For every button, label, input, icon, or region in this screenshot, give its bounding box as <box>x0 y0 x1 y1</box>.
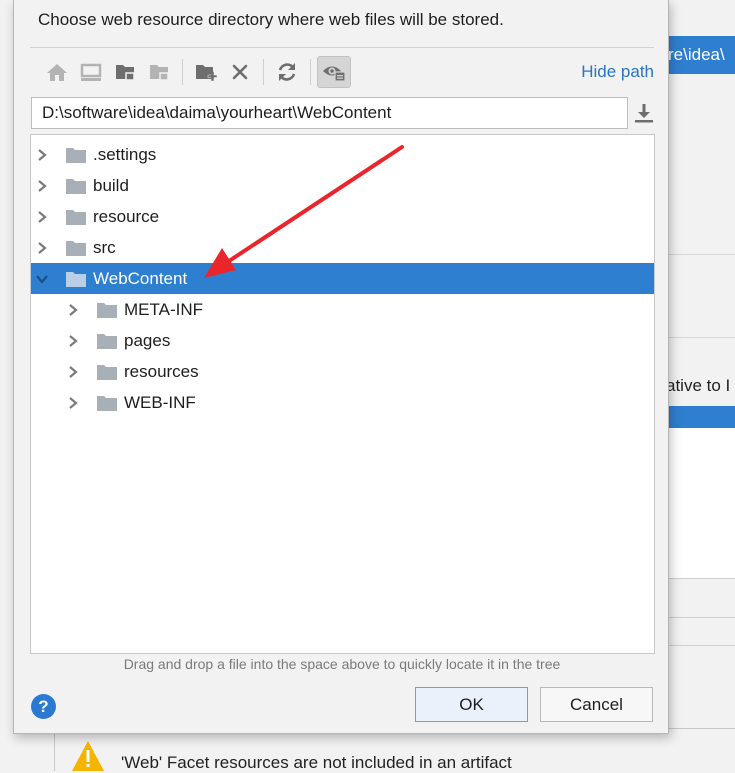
hide-path-link[interactable]: Hide path <box>581 62 654 82</box>
new-folder-button[interactable] <box>189 56 223 88</box>
toolbar-separator <box>263 59 264 85</box>
tree-row[interactable]: src <box>31 232 654 263</box>
tree-row-label: WEB-INF <box>124 392 196 412</box>
tree-row-label: pages <box>124 330 171 350</box>
project-folder-icon <box>116 65 135 81</box>
path-input[interactable] <box>31 97 628 129</box>
refresh-icon <box>278 63 296 81</box>
background-divider <box>660 645 735 646</box>
drag-drop-hint: Drag and drop a file into the space abov… <box>123 656 561 672</box>
refresh-button[interactable] <box>270 56 304 88</box>
tree-row[interactable]: .settings <box>31 139 654 170</box>
directory-tree[interactable]: .settings build resource src WebContent META-… <box>30 134 655 654</box>
chevron-right-icon[interactable] <box>35 148 49 162</box>
show-hidden-files-toggle[interactable] <box>317 56 351 88</box>
cancel-button[interactable]: Cancel <box>540 687 653 722</box>
background-list <box>660 428 735 578</box>
tree-row-label: META-INF <box>124 299 204 319</box>
delete-button[interactable] <box>223 56 257 88</box>
tree-row[interactable]: WEB-INF <box>31 387 654 418</box>
background-selected-row <box>660 406 735 428</box>
chevron-right-icon[interactable] <box>66 396 80 410</box>
folder-icon <box>65 208 87 226</box>
background-divider <box>660 578 735 618</box>
new-folder-icon <box>196 65 218 81</box>
tree-row[interactable]: pages <box>31 325 654 356</box>
ok-button[interactable]: OK <box>415 687 528 722</box>
background-relative-label: ative to I <box>666 376 731 395</box>
folder-icon <box>65 270 87 288</box>
divider <box>30 47 654 48</box>
warning-message: 'Web' Facet resources are not included i… <box>121 753 512 772</box>
chevron-right-icon[interactable] <box>35 241 49 255</box>
tree-row-label: .settings <box>93 144 157 164</box>
folder-icon <box>65 146 87 164</box>
tree-row[interactable]: WebContent <box>31 263 654 294</box>
tree-row[interactable]: resources <box>31 356 654 387</box>
delete-icon <box>232 64 248 80</box>
chevron-right-icon[interactable] <box>66 303 80 317</box>
help-button[interactable]: ? <box>31 694 56 719</box>
tree-row-label: src <box>93 237 116 257</box>
tree-row[interactable]: build <box>31 170 654 201</box>
folder-icon <box>65 177 87 195</box>
chevron-right-icon[interactable] <box>35 179 49 193</box>
chevron-right-icon[interactable] <box>66 334 80 348</box>
toolbar-separator <box>182 59 183 85</box>
choose-directory-dialog: Choose web resource directory where web … <box>13 0 669 734</box>
folder-icon <box>65 239 87 257</box>
warning-icon <box>72 741 104 771</box>
desktop-button[interactable] <box>74 56 108 88</box>
tree-row-label: resource <box>93 206 160 226</box>
folder-icon <box>96 332 118 350</box>
show-hidden-icon <box>323 66 346 82</box>
folder-icon <box>96 394 118 412</box>
tree-row-label: resources <box>124 361 199 381</box>
chevron-right-icon[interactable] <box>66 365 80 379</box>
tree-row[interactable]: META-INF <box>31 294 654 325</box>
dialog-instruction: Choose web resource directory where web … <box>38 10 504 29</box>
chevron-right-icon[interactable] <box>35 210 49 224</box>
background-path-field: re\idea\ <box>660 36 735 74</box>
chevron-down-icon[interactable] <box>35 272 49 286</box>
project-folder-button[interactable] <box>108 56 142 88</box>
module-folder-icon <box>150 65 169 81</box>
tree-row-label: WebContent <box>93 268 188 288</box>
desktop-icon <box>80 63 102 81</box>
home-button[interactable] <box>40 56 74 88</box>
toolbar-separator <box>310 59 311 85</box>
module-folder-button[interactable] <box>142 56 176 88</box>
tree-row[interactable]: resource <box>31 201 654 232</box>
folder-icon <box>96 363 118 381</box>
folder-icon <box>96 301 118 319</box>
background-panel <box>660 254 735 338</box>
download-icon <box>635 104 653 123</box>
file-chooser-toolbar <box>40 56 351 88</box>
tree-row-label: build <box>93 175 129 195</box>
warning-bar: 'Web' Facet resources are not included i… <box>54 728 735 772</box>
home-icon <box>47 64 67 81</box>
download-path-button[interactable] <box>630 99 658 127</box>
